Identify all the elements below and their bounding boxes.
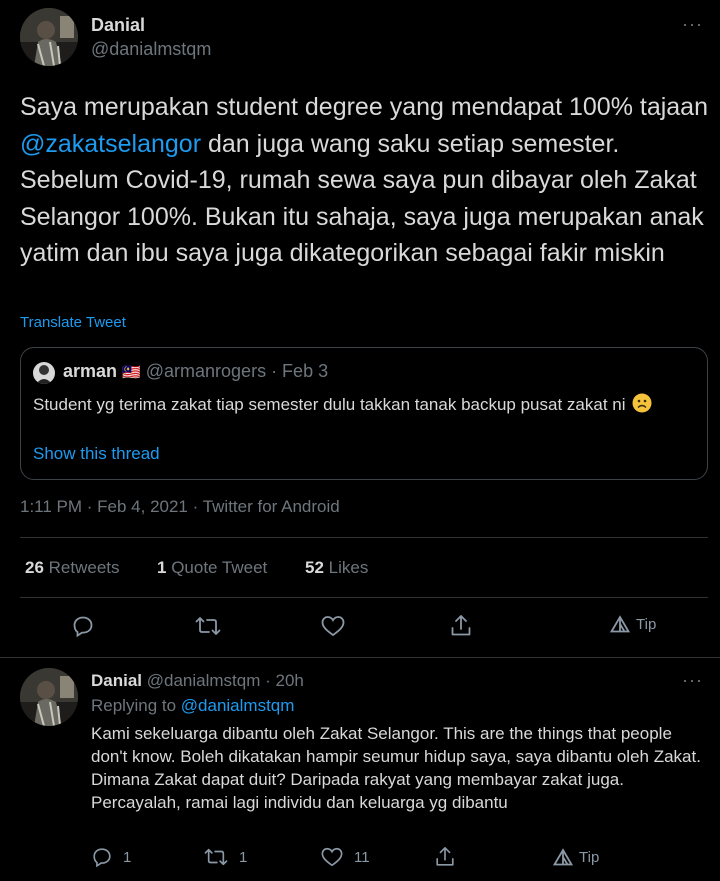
reply-icon xyxy=(91,846,113,868)
divider xyxy=(20,597,708,598)
divider xyxy=(0,657,720,658)
more-options-icon[interactable]: ··· xyxy=(682,14,703,35)
retweets-stat[interactable]: 26 Retweets xyxy=(25,558,120,578)
tweet-text: Saya merupakan student degree yang menda… xyxy=(20,89,710,272)
reply-meta[interactable]: @danialmstqm · 20h xyxy=(147,671,304,690)
tip-label: Tip xyxy=(636,615,657,633)
retweet-icon[interactable] xyxy=(194,614,222,638)
quote-text: Student yg terima zakat tiap semester du… xyxy=(33,393,698,416)
reply-author-avatar[interactable] xyxy=(20,668,78,726)
tip-label: Tip xyxy=(579,848,600,866)
reply-tip-button[interactable]: Tip xyxy=(553,848,599,866)
replying-to-link[interactable]: @danialmstqm xyxy=(181,696,295,715)
tip-icon xyxy=(553,848,573,866)
reply-more-options-icon[interactable]: ··· xyxy=(682,670,703,691)
reply-icon[interactable] xyxy=(71,614,95,638)
divider xyxy=(20,537,708,538)
share-icon[interactable] xyxy=(449,613,473,639)
show-thread-link[interactable]: Show this thread xyxy=(33,444,160,464)
quote-tweets-stat[interactable]: 1 Quote Tweet xyxy=(157,558,267,578)
retweet-count: 1 xyxy=(239,848,248,866)
quote-tweets-count: 1 xyxy=(157,558,167,577)
sad-face-emoji xyxy=(632,393,652,413)
replying-to-line: Replying to @danialmstqm xyxy=(91,696,294,716)
quote-author-avatar xyxy=(33,362,55,384)
quote-avatar-photo xyxy=(33,362,55,384)
likes-stat[interactable]: 52 Likes xyxy=(305,558,368,578)
reply-share-icon[interactable] xyxy=(434,845,456,869)
retweet-icon xyxy=(203,846,229,868)
reply-reply-button[interactable]: 1 xyxy=(91,846,131,868)
malaysia-flag-icon: 🇲🇾 xyxy=(122,364,141,381)
likes-count: 52 xyxy=(305,558,324,577)
quoted-tweet[interactable]: arman 🇲🇾 @armanrogers · Feb 3 Student yg… xyxy=(20,347,708,480)
like-count: 11 xyxy=(354,848,370,866)
author-handle[interactable]: @danialmstqm xyxy=(91,39,211,60)
tweet-text-part: Saya merupakan student degree yang menda… xyxy=(20,93,708,121)
retweets-label: Retweets xyxy=(48,558,120,577)
reply-author-name[interactable]: Danial xyxy=(91,671,142,690)
mention-link[interactable]: @zakatselangor xyxy=(20,130,201,158)
reply-retweet-button[interactable]: 1 xyxy=(203,846,247,868)
quote-header: arman 🇲🇾 @armanrogers · Feb 3 xyxy=(63,361,328,382)
tip-button[interactable]: Tip xyxy=(610,615,656,633)
author-name[interactable]: Danial xyxy=(91,15,145,36)
quote-meta: @armanrogers · Feb 3 xyxy=(145,361,329,381)
avatar-photo xyxy=(20,8,78,66)
tweet-timestamp[interactable]: 1:11 PM · Feb 4, 2021 · Twitter for Andr… xyxy=(20,497,340,517)
retweets-count: 26 xyxy=(25,558,44,577)
likes-label: Likes xyxy=(328,558,369,577)
author-avatar[interactable] xyxy=(20,8,78,66)
quote-text-content: Student yg terima zakat tiap semester du… xyxy=(33,395,626,414)
replying-to-prefix: Replying to xyxy=(91,696,181,715)
translate-tweet-link[interactable]: Translate Tweet xyxy=(20,314,126,331)
like-icon xyxy=(320,846,344,868)
quote-tweets-label: Quote Tweet xyxy=(171,558,268,577)
quote-author-name: arman xyxy=(63,361,118,381)
avatar-photo xyxy=(20,668,78,726)
reply-like-button[interactable]: 11 xyxy=(320,846,370,868)
reply-count: 1 xyxy=(123,848,132,866)
reply-header: Danial @danialmstqm · 20h xyxy=(91,671,304,691)
reply-text: Kami sekeluarga dibantu oleh Zakat Selan… xyxy=(91,724,701,812)
tip-icon xyxy=(610,615,630,633)
like-icon[interactable] xyxy=(320,614,346,638)
